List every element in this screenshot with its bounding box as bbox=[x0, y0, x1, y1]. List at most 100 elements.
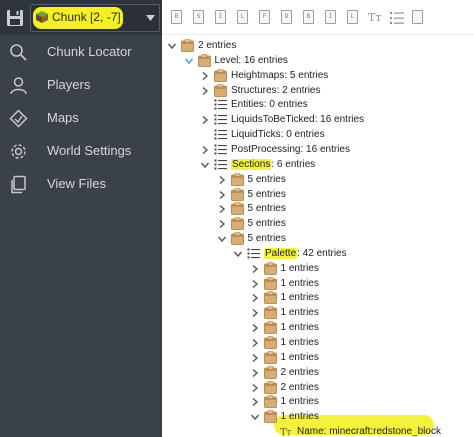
tree-row[interactable]: Level: 16 entries bbox=[162, 53, 474, 68]
string-tag-icon: TT bbox=[280, 428, 292, 437]
tree-row[interactable]: 1 entries bbox=[162, 305, 474, 320]
add-long-tag-button[interactable]: L bbox=[237, 10, 248, 24]
sidebar-item-label: Chunk Locator bbox=[47, 44, 132, 59]
chevron-right-icon[interactable] bbox=[200, 145, 210, 155]
add-string-tag-button[interactable]: Tт bbox=[368, 10, 382, 26]
tag-value: 1 entries bbox=[280, 292, 319, 304]
chevron-right-icon[interactable] bbox=[250, 368, 260, 378]
add-compound-tag-button[interactable] bbox=[412, 10, 423, 24]
tree-row[interactable]: 1 entries bbox=[162, 335, 474, 350]
nbt-toolbar: B S I L F D B I L Tт bbox=[162, 0, 474, 35]
sidebar-item-view-files[interactable]: View Files bbox=[0, 167, 162, 200]
tree-row-label: Heightmaps: 5 entries bbox=[231, 69, 328, 82]
tag-key: Sections bbox=[231, 158, 272, 170]
tree-row[interactable]: 2 entries bbox=[162, 38, 474, 53]
tree-row-label: 1 entries bbox=[281, 306, 319, 319]
chevron-right-icon[interactable] bbox=[200, 86, 210, 96]
chevron-down-icon[interactable] bbox=[146, 15, 155, 21]
tree-row[interactable]: 1 entries bbox=[162, 276, 474, 291]
chevron-right-icon[interactable] bbox=[250, 264, 260, 274]
add-byte-array-button[interactable]: B bbox=[303, 10, 314, 24]
compound-tag-icon bbox=[230, 232, 244, 245]
chevron-right-icon[interactable] bbox=[250, 338, 260, 348]
chunk-selector[interactable]: Chunk [2, -7] bbox=[30, 4, 160, 32]
sidebar-item-players[interactable]: Players bbox=[0, 68, 162, 101]
tree-row[interactable]: 2 entries bbox=[162, 365, 474, 380]
chevron-right-icon[interactable] bbox=[217, 219, 227, 229]
list-tag-icon bbox=[214, 129, 227, 140]
tag-value: 5 entries bbox=[247, 233, 286, 245]
chevron-right-icon[interactable] bbox=[250, 308, 260, 318]
list-tag-icon bbox=[214, 159, 227, 170]
chevron-right-icon[interactable] bbox=[217, 190, 227, 200]
tree-row-label: 5 entries bbox=[248, 173, 286, 186]
tree-row[interactable]: Sections: 6 entries bbox=[162, 157, 474, 172]
chevron-down-icon[interactable] bbox=[167, 41, 177, 51]
tag-value: 1 entries bbox=[280, 396, 319, 408]
add-int-array-button[interactable]: I bbox=[325, 10, 336, 24]
tree-row[interactable]: LiquidsToBeTicked: 16 entries bbox=[162, 112, 474, 127]
tree-row[interactable]: Palette: 42 entries bbox=[162, 246, 474, 261]
chevron-right-icon[interactable] bbox=[250, 279, 260, 289]
tree-row[interactable]: LiquidTicks: 0 entries bbox=[162, 127, 474, 142]
sidebar-item-label: World Settings bbox=[47, 143, 132, 158]
tree-row[interactable]: PostProcessing: 16 entries bbox=[162, 142, 474, 157]
list-tag-icon bbox=[247, 248, 260, 259]
tag-value: 5 entries bbox=[247, 203, 286, 215]
chevron-right-icon[interactable] bbox=[250, 383, 260, 393]
tag-value: : 42 entries bbox=[297, 247, 347, 259]
tree-row[interactable]: T T Name: minecraft:redstone_block bbox=[162, 424, 474, 437]
compound-tag-icon bbox=[214, 83, 227, 97]
tree-row[interactable]: Structures: 2 entries bbox=[162, 83, 474, 98]
add-list-tag-button[interactable] bbox=[390, 10, 404, 26]
add-int-tag-button[interactable]: I bbox=[215, 10, 226, 24]
tree-row-label: 5 entries bbox=[248, 232, 286, 245]
tree-row[interactable]: 1 entries bbox=[162, 320, 474, 335]
add-byte-tag-button[interactable]: B bbox=[171, 10, 182, 24]
tree-row[interactable]: Entities: 0 entries bbox=[162, 97, 474, 112]
person-icon bbox=[10, 77, 27, 95]
tree-row[interactable]: 5 entries bbox=[162, 187, 474, 202]
chevron-right-icon[interactable] bbox=[200, 71, 210, 81]
tree-row[interactable]: 5 entries bbox=[162, 172, 474, 187]
add-float-tag-button[interactable]: F bbox=[259, 10, 270, 24]
sidebar-item-chunk-locator[interactable]: Chunk Locator bbox=[0, 35, 162, 68]
tree-row[interactable]: 2 entries bbox=[162, 380, 474, 395]
compound-tag-icon bbox=[263, 321, 277, 335]
add-short-tag-button[interactable]: S bbox=[193, 10, 204, 24]
chevron-down-icon[interactable] bbox=[233, 249, 243, 259]
tree-row[interactable]: 5 entries bbox=[162, 216, 474, 231]
tag-value: 1 entries bbox=[280, 322, 319, 334]
chevron-down-icon[interactable] bbox=[250, 412, 260, 422]
tree-row[interactable]: Heightmaps: 5 entries bbox=[162, 68, 474, 83]
chevron-right-icon[interactable] bbox=[217, 204, 227, 214]
chevron-right-icon[interactable] bbox=[200, 115, 210, 125]
chevron-right-icon[interactable] bbox=[250, 323, 260, 333]
tree-row[interactable]: 5 entries bbox=[162, 201, 474, 216]
chevron-down-icon[interactable] bbox=[200, 160, 210, 170]
nbt-tree: 2 entries Level: 16 entries Heightmaps: 5 … bbox=[162, 35, 474, 437]
chevron-down-icon[interactable] bbox=[184, 56, 194, 66]
tree-row-label: 5 entries bbox=[248, 217, 286, 230]
list-tag-icon bbox=[214, 144, 227, 155]
add-double-tag-button[interactable]: D bbox=[281, 10, 292, 24]
tag-key: LiquidTicks bbox=[231, 129, 281, 141]
tree-row[interactable]: 1 entries bbox=[162, 394, 474, 409]
tree-row[interactable]: 1 entries bbox=[162, 409, 474, 424]
save-icon[interactable] bbox=[6, 9, 24, 27]
chevron-right-icon[interactable] bbox=[250, 397, 260, 407]
chevron-right-icon[interactable] bbox=[250, 293, 260, 303]
chevron-right-icon[interactable] bbox=[250, 353, 260, 363]
chevron-down-icon[interactable] bbox=[217, 234, 227, 244]
compound-tag-icon bbox=[263, 380, 277, 394]
sidebar-item-world-settings[interactable]: World Settings bbox=[0, 134, 162, 167]
tree-row[interactable]: 5 entries bbox=[162, 231, 474, 246]
sidebar-item-maps[interactable]: Maps bbox=[0, 101, 162, 134]
tree-row[interactable]: 1 entries bbox=[162, 261, 474, 276]
tag-value: 2 entries bbox=[198, 40, 237, 51]
tree-row[interactable]: 1 entries bbox=[162, 350, 474, 365]
sidebar: Chunk [2, -7] Chunk Locator Players Maps… bbox=[0, 0, 162, 437]
tree-row[interactable]: 1 entries bbox=[162, 290, 474, 305]
add-long-array-button[interactable]: L bbox=[347, 10, 358, 24]
chevron-right-icon[interactable] bbox=[217, 175, 227, 185]
